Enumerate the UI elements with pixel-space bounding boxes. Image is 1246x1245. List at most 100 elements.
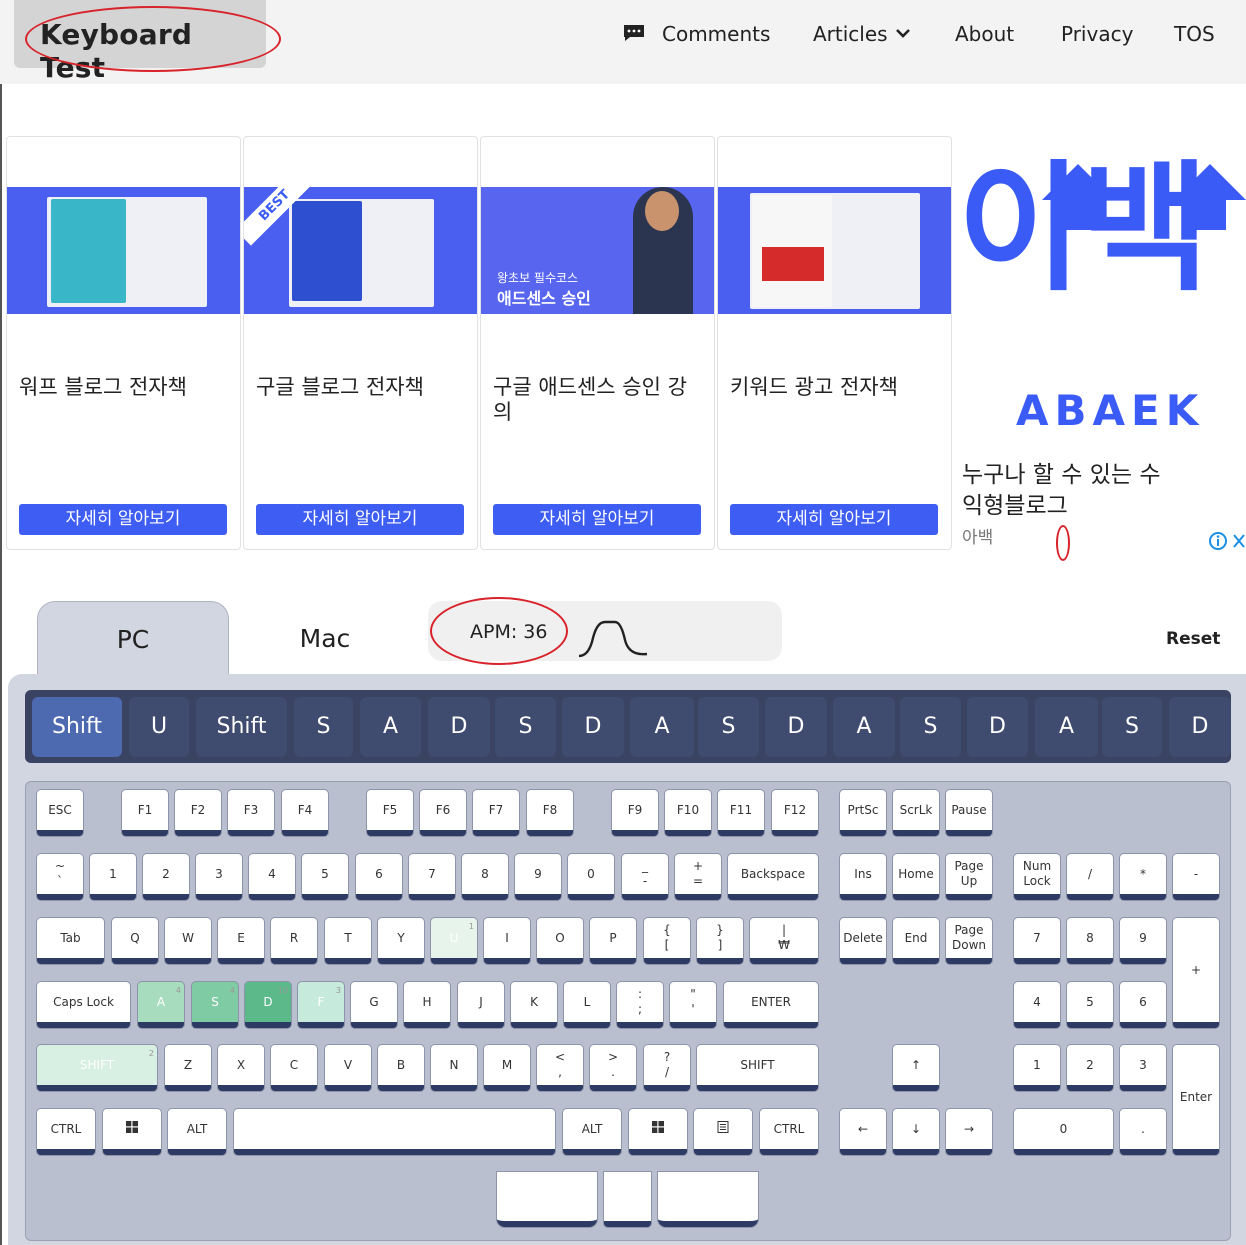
- key-n[interactable]: N: [431, 1045, 477, 1091]
- key-np8[interactable]: 8: [1067, 918, 1113, 964]
- key-o[interactable]: O: [537, 918, 583, 964]
- key-period[interactable]: > .: [590, 1045, 636, 1091]
- key-f9[interactable]: F9: [612, 790, 658, 836]
- key-pgdn[interactable]: Page Down: [946, 918, 992, 964]
- nav-about[interactable]: About: [955, 22, 1014, 46]
- key-v[interactable]: V: [325, 1045, 371, 1091]
- key-quote[interactable]: " ': [670, 982, 716, 1028]
- ad-card[interactable]: 키워드 광고 전자책 자세히 알아보기: [717, 136, 952, 550]
- key-s[interactable]: S4: [192, 982, 238, 1028]
- key-np_mul[interactable]: *: [1120, 854, 1166, 900]
- tab-mac[interactable]: Mac: [229, 601, 421, 674]
- key-f6[interactable]: F6: [420, 790, 466, 836]
- key-x[interactable]: X: [218, 1045, 264, 1091]
- key-f12[interactable]: F12: [772, 790, 818, 836]
- key-r[interactable]: R: [271, 918, 317, 964]
- ad-learn-more-button[interactable]: 자세히 알아보기: [256, 504, 464, 535]
- key-up[interactable]: ↑: [893, 1045, 939, 1091]
- abaek-wordmark[interactable]: ABAEK: [1016, 386, 1204, 435]
- key-n6[interactable]: 6: [356, 854, 402, 900]
- key-np1[interactable]: 1: [1014, 1045, 1060, 1091]
- nav-articles[interactable]: Articles: [813, 22, 888, 46]
- key-scrlk[interactable]: ScrLk: [893, 790, 939, 836]
- key-q[interactable]: Q: [112, 918, 158, 964]
- key-tilde[interactable]: ~ `: [37, 854, 83, 900]
- key-menu[interactable]: [694, 1109, 752, 1155]
- key-lwin[interactable]: [103, 1109, 161, 1155]
- side-ad-text[interactable]: 누구나 할 수 있는 수익형블로그: [962, 460, 1162, 522]
- key-d[interactable]: D 10: [245, 982, 291, 1028]
- abaek-logo[interactable]: 아백: [960, 160, 1210, 300]
- key-f10[interactable]: F10: [665, 790, 711, 836]
- ad-learn-more-button[interactable]: 자세히 알아보기: [19, 504, 227, 535]
- key-f2[interactable]: F2: [175, 790, 221, 836]
- key-m[interactable]: M: [484, 1045, 530, 1091]
- key-b[interactable]: B: [378, 1045, 424, 1091]
- key-right[interactable]: →: [946, 1109, 992, 1155]
- key-ins[interactable]: Ins: [840, 854, 886, 900]
- key-np_enter[interactable]: Enter: [1173, 1045, 1219, 1155]
- key-j[interactable]: J: [458, 982, 504, 1028]
- key-delete[interactable]: Delete: [840, 918, 886, 964]
- key-lalt[interactable]: ALT: [168, 1109, 226, 1155]
- key-e[interactable]: E: [218, 918, 264, 964]
- key-np0[interactable]: 0: [1014, 1109, 1113, 1155]
- key-f4[interactable]: F4: [282, 790, 328, 836]
- ad-learn-more-button[interactable]: 자세히 알아보기: [730, 504, 938, 535]
- key-np9[interactable]: 9: [1120, 918, 1166, 964]
- key-a[interactable]: A4: [138, 982, 184, 1028]
- key-f8[interactable]: F8: [527, 790, 573, 836]
- key-won[interactable]: | ₩: [750, 918, 818, 964]
- key-pause[interactable]: Pause: [946, 790, 992, 836]
- key-n0[interactable]: 0: [568, 854, 614, 900]
- key-np5[interactable]: 5: [1067, 982, 1113, 1028]
- nav-tos[interactable]: TOS: [1174, 22, 1215, 46]
- key-minus[interactable]: _ -: [622, 854, 668, 900]
- key-f5[interactable]: F5: [367, 790, 413, 836]
- ad-card[interactable]: 워프 블로그 전자책 자세히 알아보기: [6, 136, 241, 550]
- key-comma[interactable]: < ,: [537, 1045, 583, 1091]
- key-p[interactable]: P: [590, 918, 636, 964]
- key-lshift[interactable]: SHIFT 2: [37, 1045, 157, 1091]
- key-i[interactable]: I: [484, 918, 530, 964]
- key-k[interactable]: K: [511, 982, 557, 1028]
- key-end[interactable]: End: [893, 918, 939, 964]
- key-semi[interactable]: : ;: [617, 982, 663, 1028]
- nav-comments[interactable]: Comments: [662, 22, 770, 46]
- key-numlock[interactable]: Num Lock: [1014, 854, 1060, 900]
- key-l[interactable]: L: [564, 982, 610, 1028]
- reset-button[interactable]: Reset: [1166, 629, 1220, 649]
- key-enter[interactable]: ENTER: [724, 982, 818, 1028]
- key-np_add[interactable]: +: [1173, 918, 1219, 1028]
- key-y[interactable]: Y: [378, 918, 424, 964]
- key-n9[interactable]: 9: [515, 854, 561, 900]
- key-n7[interactable]: 7: [409, 854, 455, 900]
- key-np2[interactable]: 2: [1067, 1045, 1113, 1091]
- key-np3[interactable]: 3: [1120, 1045, 1166, 1091]
- key-caps[interactable]: Caps Lock: [37, 982, 130, 1028]
- key-n4[interactable]: 4: [249, 854, 295, 900]
- key-f3[interactable]: F3: [228, 790, 274, 836]
- key-rwin[interactable]: [629, 1109, 687, 1155]
- ad-card[interactable]: 왕초보 필수코스 애드센스 승인 구글 애드센스 승인 강의 자세히 알아보기: [480, 136, 715, 550]
- tab-pc[interactable]: PC: [37, 601, 229, 674]
- key-t[interactable]: T: [325, 918, 371, 964]
- ad-learn-more-button[interactable]: 자세히 알아보기: [493, 504, 701, 535]
- key-c[interactable]: C: [271, 1045, 317, 1091]
- chevron-down-icon[interactable]: [895, 28, 911, 40]
- key-lbr[interactable]: { [: [644, 918, 690, 964]
- key-rshift[interactable]: SHIFT: [697, 1045, 818, 1091]
- key-esc[interactable]: ESC: [37, 790, 83, 836]
- nav-privacy[interactable]: Privacy: [1061, 22, 1133, 46]
- key-n5[interactable]: 5: [302, 854, 348, 900]
- key-f11[interactable]: F11: [718, 790, 764, 836]
- key-n2[interactable]: 2: [143, 854, 189, 900]
- key-np6[interactable]: 6: [1120, 982, 1166, 1028]
- key-np7[interactable]: 7: [1014, 918, 1060, 964]
- key-backspace[interactable]: Backspace: [728, 854, 818, 900]
- key-n1[interactable]: 1: [90, 854, 136, 900]
- key-f[interactable]: F3: [298, 982, 344, 1028]
- key-h[interactable]: H: [404, 982, 450, 1028]
- key-lctrl[interactable]: CTRL: [37, 1109, 95, 1155]
- key-np4[interactable]: 4: [1014, 982, 1060, 1028]
